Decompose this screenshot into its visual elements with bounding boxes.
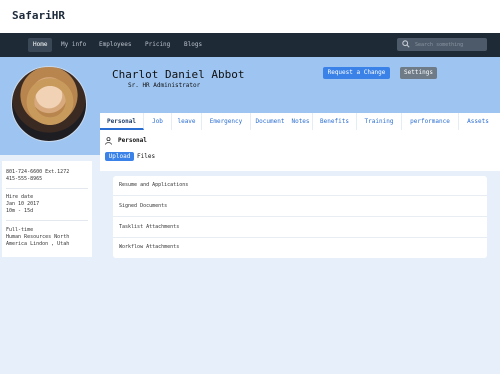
section-title: Personal [118, 137, 147, 144]
files-list: Resume and Applications Signed Documents… [113, 176, 487, 258]
divider [6, 220, 88, 221]
tab-notes[interactable]: Notes [289, 113, 313, 130]
employee-role: Sr. HR Administrator [128, 82, 201, 89]
hire-date-label: Hire date [6, 194, 34, 200]
tab-personal[interactable]: Personal [100, 113, 144, 130]
avatar [11, 66, 87, 142]
file-folder-row[interactable]: Resume and Applications [113, 176, 487, 196]
top-bar: SafariHR [0, 0, 500, 33]
file-folder-label: Signed Documents [119, 203, 168, 209]
file-folder-label: Workflow Attachments [119, 244, 180, 250]
tenure-value: 10m - 15d [6, 208, 34, 214]
nav-item-home[interactable]: Home [28, 38, 53, 52]
upload-button[interactable]: Upload [105, 152, 134, 161]
personal-panel [100, 130, 500, 171]
tab-document[interactable]: Document [251, 113, 289, 130]
tab-benefits[interactable]: Benefits [313, 113, 357, 130]
employee-name: Charlot Daniel Abbot [112, 68, 245, 81]
employment-type: Full-time [6, 227, 34, 233]
file-folder-row[interactable]: Workflow Attachments [113, 238, 487, 258]
person-icon [105, 137, 112, 145]
nav-item-employees[interactable]: Employees [94, 38, 137, 52]
department-line-2: America Lindon , Utah [6, 241, 70, 247]
work-phone[interactable]: 801-724-6600 Ext.1272 [6, 169, 69, 176]
tab-job[interactable]: Job [144, 113, 172, 130]
tab-training[interactable]: Training [357, 113, 402, 130]
file-folder-row[interactable]: Signed Documents [113, 197, 487, 217]
tab-assets[interactable]: Assets [459, 113, 497, 130]
hire-date-value: Jan 10 2017 [6, 201, 40, 207]
nav-item-blogs[interactable]: Blogs [179, 38, 207, 52]
brand-logo[interactable]: SafariHR [12, 9, 65, 22]
file-folder-label: Resume and Applications [119, 182, 189, 188]
file-folder-label: Tasklist Attachments [119, 224, 180, 230]
divider [6, 188, 88, 189]
request-change-button[interactable]: Request a Change [323, 67, 390, 79]
nav-item-pricing[interactable]: Pricing [140, 38, 175, 52]
files-label: Files [137, 153, 156, 160]
tab-emergency[interactable]: Emergency [202, 113, 251, 130]
search-box [397, 38, 487, 51]
department-line-1: Human Resources North [6, 234, 70, 240]
mobile-phone[interactable]: 415-555-8965 [6, 176, 42, 183]
nav-item-my-info[interactable]: My info [56, 38, 91, 52]
contact-card: 801-724-6600 Ext.1272 415-555-8965 Hire … [2, 161, 92, 257]
main-nav: Home My info Employees Pricing Blogs [0, 33, 500, 57]
search-input[interactable] [415, 39, 485, 50]
file-folder-row[interactable]: Tasklist Attachments [113, 218, 487, 238]
profile-tabs: Personal Job leave Emergency Document No… [100, 113, 500, 130]
tab-performance[interactable]: performance [402, 113, 459, 130]
settings-button[interactable]: Settings [400, 67, 437, 79]
search-icon[interactable] [402, 40, 410, 48]
tab-leave[interactable]: leave [172, 113, 202, 130]
